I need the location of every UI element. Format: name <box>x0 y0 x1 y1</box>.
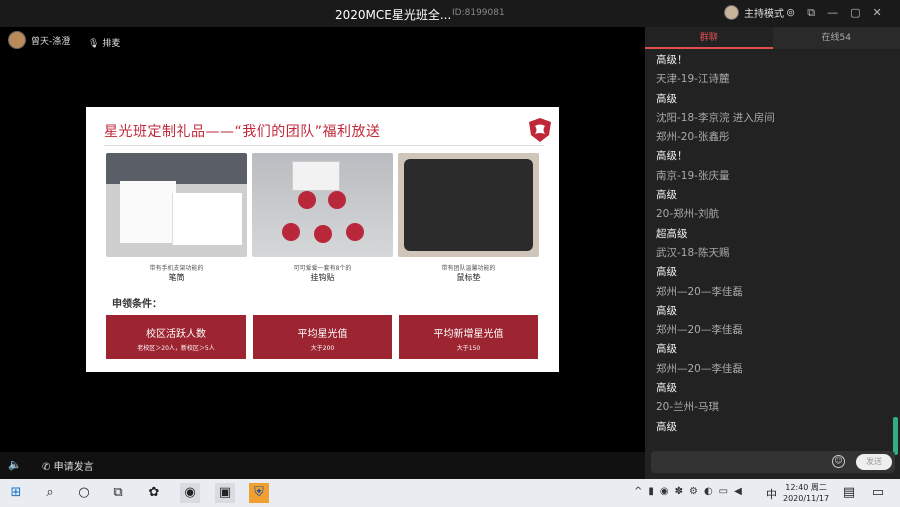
phone-icon: ✆ <box>42 462 51 473</box>
mic-queue-label: 排麦 <box>102 39 121 49</box>
title-divider <box>104 145 544 146</box>
chat-sender: 天津-19-江诗麓 <box>656 73 730 86</box>
chat-scrollbar[interactable] <box>893 417 898 455</box>
presentation-slide: 星光班定制礼品——“我们的团队”福利放送 带有手机支架功能的 笔筒 可可爱爱一套… <box>86 107 559 372</box>
chat-message-list[interactable]: 高级！ 天津-19-江诗麓 高级 沈阳-18-李京浣 进入房间 郑州-20-张鑫彤 高级！… <box>656 51 886 437</box>
chat-input-field[interactable]: ☺ 发送 <box>651 451 895 473</box>
host-avatar <box>724 5 739 20</box>
search-icon[interactable]: ⌕ <box>40 483 60 503</box>
pen-holder-image <box>106 153 247 257</box>
chat-sender: 郑州—20—李佳磊 <box>656 362 743 375</box>
chat-sender: 20-郑州-刘航 <box>656 208 719 221</box>
maximize-icon[interactable]: ▢ <box>850 6 860 20</box>
system-tray-icons[interactable]: ^▮◉✽⚙◐▭◀ <box>634 486 748 497</box>
microphone-icon: 🎙 <box>88 39 100 49</box>
condition-detail: 大于150 <box>456 345 481 352</box>
product-name: 笔筒 <box>168 273 185 282</box>
chat-sender: 郑州-20-张鑫彤 <box>656 131 730 144</box>
product-caption: 带有手机支架功能的 <box>149 265 204 272</box>
chat-message: 高级 <box>656 304 677 317</box>
chat-sender: 郑州—20—李佳磊 <box>656 324 743 337</box>
window-title: 2020MCE星光班全... <box>335 8 452 22</box>
chat-message: 高级 <box>656 92 677 105</box>
tab-group-chat[interactable]: 群聊 <box>645 27 773 49</box>
condition-box: 平均星光值 大于200 <box>253 315 392 359</box>
emoji-icon[interactable]: ☺ <box>832 455 845 468</box>
host-mode-button[interactable]: 主持模式 <box>724 5 784 20</box>
chat-sender: 沈阳-18-李京浣 进入房间 <box>656 111 775 124</box>
chat-message: 高级 <box>656 382 677 395</box>
app-icon[interactable]: ◉ <box>180 483 200 503</box>
condition-label: 平均新增星光值 <box>433 329 504 340</box>
brand-shield-logo <box>529 118 551 142</box>
video-stage: 曾天-涤澄 🎙 排麦 星光班定制礼品——“我们的团队”福利放送 带有手机支架功能… <box>0 27 645 452</box>
presenter-avatar <box>8 31 26 49</box>
product-caption: 可可爱爱一套有8个的 <box>293 265 352 272</box>
condition-box: 校区活跃人数 老校区＞20人，新校区＞5人 <box>106 315 246 359</box>
conditions-title: 申领条件： <box>112 299 162 310</box>
notes-icon[interactable]: ▤ <box>839 483 859 503</box>
cortana-icon[interactable]: ○ <box>74 483 94 503</box>
chat-message: 高级 <box>656 343 677 356</box>
app-icon[interactable]: ✿ <box>144 483 164 503</box>
clock-date: 2020/11/17 <box>783 494 830 503</box>
close-icon[interactable]: ✕ <box>872 6 881 20</box>
clock-time: 12:40 周二 <box>785 483 827 492</box>
mic-queue-button[interactable]: 🎙 排麦 <box>88 36 120 49</box>
product-name: 鼠标垫 <box>456 273 481 282</box>
wall-hook-image <box>252 153 393 257</box>
chat-message: 高级！ <box>656 150 688 163</box>
condition-detail: 大于200 <box>310 345 335 352</box>
chat-message: 高级！ <box>656 54 688 66</box>
ime-indicator[interactable]: 中 <box>766 486 777 502</box>
request-speak-button[interactable]: ✆ 申请发言 <box>42 458 94 473</box>
chat-sender: 20-兰州-马琪 <box>656 401 719 414</box>
product-caption: 带有团队温馨功能的 <box>441 265 496 272</box>
room-id: ID:8199081 <box>452 8 505 18</box>
chat-message: 超高级 <box>656 227 688 240</box>
notification-icon[interactable]: ▭ <box>868 483 888 503</box>
slide-title: 星光班定制礼品——“我们的团队”福利放送 <box>104 124 381 140</box>
condition-label: 平均星光值 <box>297 329 348 340</box>
condition-detail: 老校区＞20人，新校区＞5人 <box>137 345 215 352</box>
speaker-icon[interactable]: 🔈 <box>8 458 22 471</box>
tab-online[interactable]: 在线54 <box>772 27 900 49</box>
condition-label: 校区活跃人数 <box>146 329 206 340</box>
clock[interactable]: 12:40 周二 2020/11/17 <box>783 482 829 504</box>
presenter-name: 曾天-涤澄 <box>31 36 71 47</box>
shield-app-icon[interactable]: ⛨ <box>249 483 269 503</box>
popout-icon[interactable]: ⧉ <box>807 6 815 20</box>
send-button[interactable]: 发送 <box>856 454 892 470</box>
chat-sender: 郑州—20—李佳磊 <box>656 285 743 298</box>
title-bar: 2020MCE星光班全... ID:8199081 主持模式 ⊚ ⧉ — ▢ ✕ <box>0 0 900 27</box>
windows-start-icon[interactable]: ⊞ <box>6 483 26 503</box>
host-mode-label: 主持模式 <box>744 9 784 20</box>
chat-message: 高级 <box>656 420 677 433</box>
mouse-pad-image <box>398 153 539 257</box>
settings-icon[interactable]: ⊚ <box>786 6 795 20</box>
chat-sender: 南京-19-张庆量 <box>656 169 730 182</box>
task-view-icon[interactable]: ⧉ <box>108 483 128 503</box>
product-name: 挂钩贴 <box>310 273 335 282</box>
minimize-icon[interactable]: — <box>827 6 838 20</box>
stage-bottom-bar: 🔈 ✆ 申请发言 <box>0 452 645 479</box>
request-speak-label: 申请发言 <box>53 462 94 473</box>
chat-panel: 群聊 在线54 高级！ 天津-19-江诗麓 高级 沈阳-18-李京浣 进入房间 郑州-2… <box>645 27 900 479</box>
chat-message: 高级 <box>656 266 677 279</box>
app-icon[interactable]: ▣ <box>215 483 235 503</box>
presenter-tag[interactable]: 曾天-涤澄 <box>8 31 70 49</box>
chat-message: 高级 <box>656 189 677 202</box>
condition-box: 平均新增星光值 大于150 <box>399 315 538 359</box>
windows-taskbar: ⊞ ⌕ ○ ⧉ ✿ ◉ ▣ ⛨ ^▮◉✽⚙◐▭◀ 中 12:40 周二 2020… <box>0 479 900 507</box>
chat-sender: 武汉-18-陈天赐 <box>656 246 730 259</box>
